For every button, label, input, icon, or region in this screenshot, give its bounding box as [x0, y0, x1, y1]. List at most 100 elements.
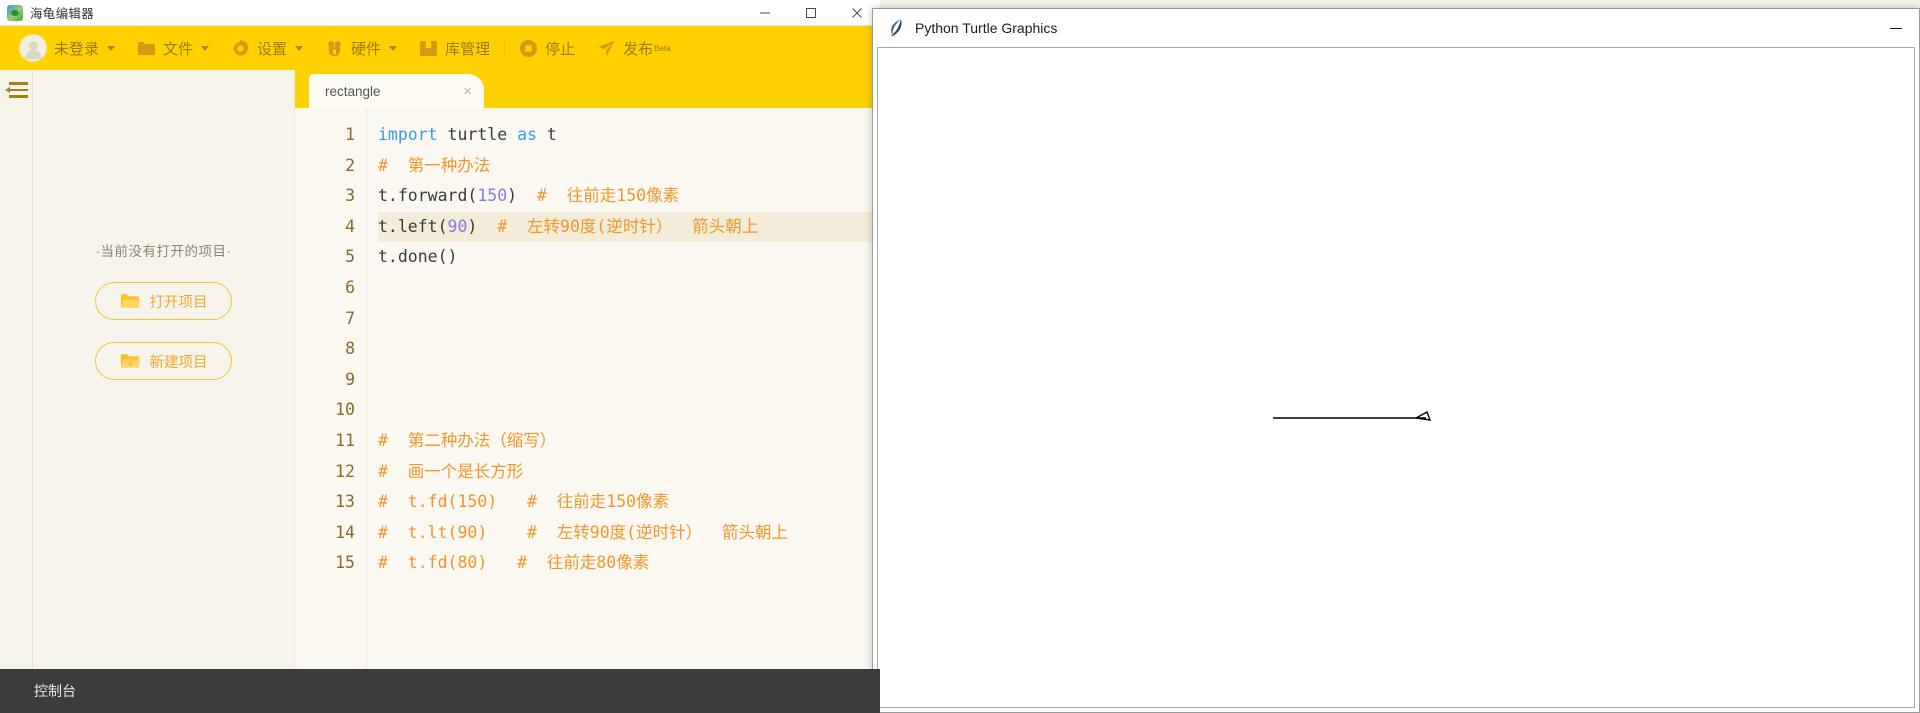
turtle-window-titlebar: Python Turtle Graphics: [873, 9, 1919, 47]
code-line[interactable]: [378, 304, 880, 335]
chevron-down-icon: [201, 45, 210, 51]
stop-label: 停止: [545, 40, 576, 58]
file-menu[interactable]: 文件: [126, 26, 220, 70]
open-project-button[interactable]: 打开项目: [95, 282, 232, 320]
editor-tabstrip: rectangle ×: [295, 70, 880, 108]
code-line[interactable]: [378, 334, 880, 365]
editor-tab-label: rectangle: [325, 83, 381, 99]
main-toolbar: 未登录 文件 设置 硬件 库管理 停止 发布 Beta: [0, 26, 880, 70]
settings-menu[interactable]: 设置: [220, 26, 314, 70]
code-line[interactable]: # 第二种办法（缩写）: [378, 426, 880, 457]
turtle-minimize-button[interactable]: [1873, 9, 1919, 47]
user-avatar-icon: [19, 34, 47, 62]
console-bar[interactable]: 控制台: [0, 669, 880, 713]
minimize-button[interactable]: [742, 0, 788, 26]
python-turtle-graphics-window: Python Turtle Graphics: [872, 8, 1920, 713]
code-line[interactable]: # t.fd(150) # 往前走150像素: [378, 487, 880, 518]
code-content[interactable]: import turtle as t # 第一种办法 t.forward(150) …: [367, 108, 880, 713]
code-line[interactable]: [378, 395, 880, 426]
chevron-down-icon: [107, 45, 116, 51]
line-number: 11: [335, 430, 355, 450]
line-number: 9: [345, 369, 355, 389]
code-token: # t.fd(80) # 往前走80像素: [378, 553, 650, 573]
code-token: # 左转90度(逆时针） 箭头朝上: [477, 216, 759, 236]
code-token: # 往前走150像素: [517, 186, 680, 206]
empty-project-text: ·当前没有打开的项目·: [95, 244, 232, 259]
code-token: # 第一种办法: [378, 155, 491, 175]
chevron-down-icon: [295, 45, 304, 51]
send-paperplane-icon: [597, 39, 616, 58]
line-number-gutter: 1 2 3 4 5 6 7 8 9 10 11 12 13 14 15: [295, 108, 367, 713]
turtle-drawing: [1273, 410, 1432, 421]
line-number: 5: [345, 247, 355, 267]
window-controls: [742, 0, 880, 26]
account-menu[interactable]: 未登录: [8, 26, 126, 70]
code-view[interactable]: 1 2 3 4 5 6 7 8 9 10 11 12 13 14 15 import turtle as t…: [295, 108, 880, 713]
line-number: 15: [335, 553, 355, 573]
code-line[interactable]: [378, 273, 880, 304]
code-token: 90: [447, 216, 468, 236]
console-label: 控制台: [34, 683, 76, 699]
code-token: # 画一个是长方形: [378, 461, 524, 481]
toolbar-divider: [504, 38, 506, 58]
publish-beta-badge: Beta: [654, 43, 671, 53]
code-line[interactable]: # 画一个是长方形: [378, 457, 880, 488]
python-feather-icon: [887, 18, 905, 38]
window-titlebar: 海龟编辑器: [0, 0, 880, 26]
inbox-icon: [419, 39, 438, 58]
line-number: 2: [345, 155, 355, 175]
new-project-button[interactable]: 新建项目: [95, 342, 232, 380]
turtle-window-title: Python Turtle Graphics: [915, 19, 1058, 36]
chip-icon: [325, 39, 344, 58]
editor-tab-rectangle[interactable]: rectangle ×: [309, 74, 484, 108]
code-line[interactable]: import turtle as t: [378, 120, 880, 151]
line-number: 10: [335, 400, 355, 420]
code-token: 150: [477, 186, 508, 206]
project-panel: ·当前没有打开的项目· 打开项目 新建项目: [33, 70, 295, 713]
open-project-label: 打开项目: [149, 294, 208, 311]
line-number: 7: [345, 308, 355, 328]
turtle-logo-icon: [7, 4, 23, 21]
file-label: 文件: [163, 40, 194, 58]
hardware-label: 硬件: [351, 40, 382, 58]
folder-icon: [137, 39, 156, 58]
code-token: # 第二种办法（缩写）: [378, 430, 557, 450]
line-number: 14: [335, 522, 355, 542]
code-line[interactable]: t.done(): [378, 242, 880, 273]
gear-icon: [231, 39, 250, 58]
line-number: 3: [345, 186, 355, 206]
maximize-button[interactable]: [788, 0, 834, 26]
account-label: 未登录: [54, 40, 100, 58]
stop-button[interactable]: 停止: [508, 26, 586, 70]
code-line[interactable]: # 第一种办法: [378, 151, 880, 182]
chevron-down-icon: [389, 45, 398, 51]
publish-button[interactable]: 发布 Beta: [586, 26, 681, 70]
turtle-drawing-canvas[interactable]: [877, 47, 1915, 708]
code-token: t.done(): [378, 247, 458, 267]
code-token: turtle: [447, 125, 518, 144]
hardware-menu[interactable]: 硬件: [314, 26, 408, 70]
code-line[interactable]: t.forward(150) # 往前走150像素: [378, 181, 880, 212]
code-line[interactable]: # t.fd(80) # 往前走80像素: [378, 548, 880, 579]
code-line[interactable]: [378, 365, 880, 396]
code-token: as: [517, 125, 537, 144]
code-token: ): [507, 186, 518, 206]
folder-new-icon: [120, 352, 141, 370]
stop-circle-icon: [519, 39, 538, 58]
line-number: 13: [335, 492, 355, 512]
turtle-editor-window: 海龟编辑器 未登录 文件 设置 硬件 库管理 停止 发布 Beta ·当前没有打…: [0, 0, 880, 713]
close-icon[interactable]: ×: [463, 84, 472, 99]
publish-label: 发布: [623, 40, 654, 58]
code-token: # t.fd(150) # 往前走150像素: [378, 492, 670, 512]
code-line[interactable]: t.left(90) # 左转90度(逆时针） 箭头朝上: [378, 211, 880, 243]
window-title: 海龟编辑器: [30, 7, 95, 21]
line-number: 1: [345, 125, 355, 144]
code-token: t.forward(: [378, 186, 478, 206]
line-number: 12: [335, 461, 355, 481]
code-token: t: [536, 125, 557, 144]
library-manager-button[interactable]: 库管理: [408, 26, 501, 70]
code-editor-area: rectangle × 1 2 3 4 5 6 7 8 9 10 11 12 13 14 15 import…: [295, 70, 880, 713]
code-line[interactable]: # t.lt(90) # 左转90度(逆时针） 箭头朝上: [378, 518, 880, 549]
turtle-cursor-arrow: [1413, 410, 1432, 421]
collapse-menu-icon[interactable]: [4, 82, 28, 98]
